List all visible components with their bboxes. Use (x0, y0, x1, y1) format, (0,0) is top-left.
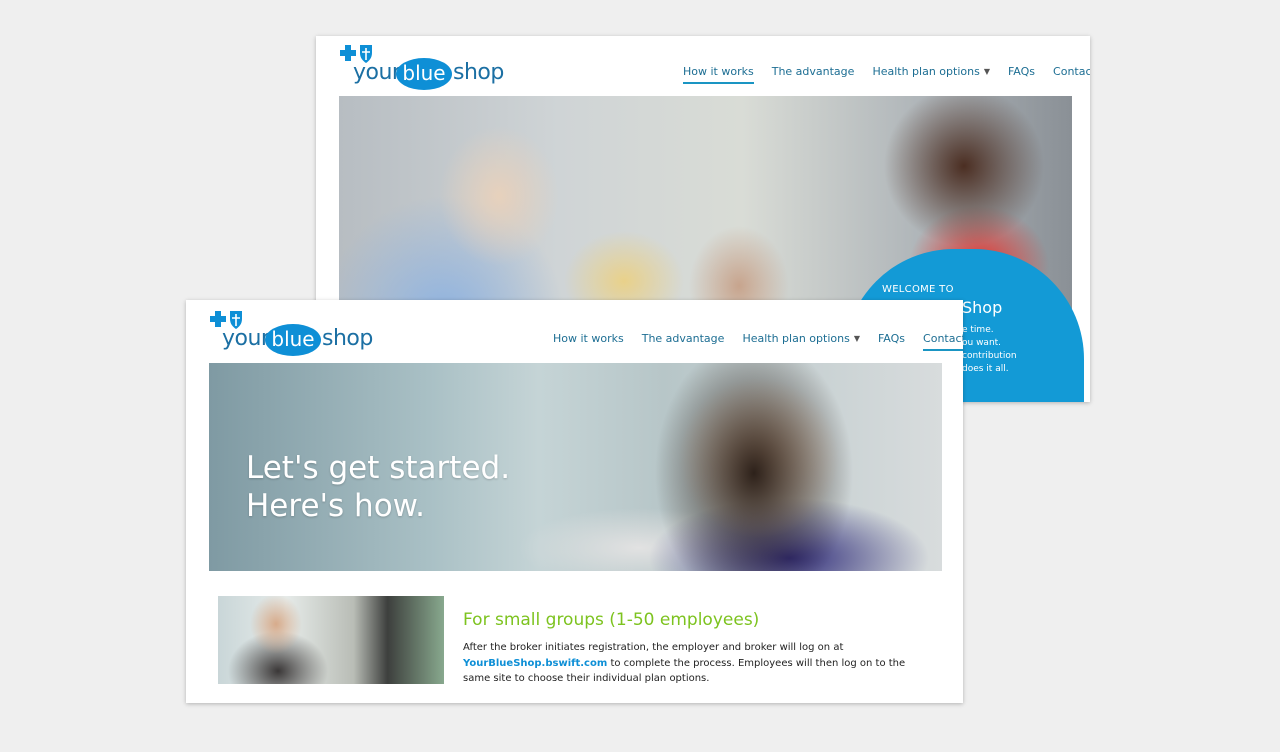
hero-heading-line2: Here's how. (246, 488, 426, 524)
nav-health-plan-options[interactable]: Health plan options ▼ (742, 332, 860, 345)
welcome-line: contribution (962, 351, 1017, 361)
welcome-text: e time. ou want. contribution does it al… (962, 324, 1017, 376)
hero-heading: Let's get started. Here's how. (246, 449, 510, 525)
logo-word-blue: blue (265, 324, 321, 356)
yourblueshop-link[interactable]: YourBlueShop.bswift.com (463, 658, 607, 669)
hero-photo-woman-on-phone: Let's get started. Here's how. (209, 363, 942, 571)
small-business-owner-photo (218, 596, 444, 684)
yourblueshop-logo[interactable]: your blue shop (339, 44, 504, 94)
welcome-title: Shop (962, 298, 1003, 317)
chevron-down-icon: ▼ (853, 334, 860, 343)
nav-contact[interactable]: Contact (1053, 65, 1090, 78)
nav-the-advantage[interactable]: The advantage (772, 65, 855, 78)
logo-word-blue: blue (396, 58, 452, 90)
logo-word-shop: shop (453, 60, 504, 85)
welcome-label: WELCOME TO (882, 284, 954, 295)
welcome-line: e time. (962, 325, 994, 335)
small-groups-heading: For small groups (1-50 employees) (463, 610, 760, 630)
nav-faqs[interactable]: FAQs (1008, 65, 1035, 78)
nav-how-it-works[interactable]: How it works (683, 65, 754, 84)
logo-word-your: your (353, 60, 401, 85)
nav-how-it-works[interactable]: How it works (553, 332, 624, 345)
how-it-works-screenshot: your blue shop How it works The advantag… (186, 300, 963, 703)
yourblueshop-logo[interactable]: your blue shop (209, 310, 373, 360)
nav-health-plan-options-label: Health plan options (742, 332, 850, 345)
logo-word-your: your (222, 326, 270, 351)
nav-faqs[interactable]: FAQs (878, 332, 905, 345)
small-groups-text-before: After the broker initiates registration,… (463, 642, 844, 653)
nav-contact[interactable]: Contact (923, 332, 963, 351)
small-groups-text: After the broker initiates registration,… (463, 640, 933, 687)
nav-the-advantage[interactable]: The advantage (642, 332, 725, 345)
welcome-line: ou want. (962, 338, 1002, 348)
nav-health-plan-options[interactable]: Health plan options ▼ (872, 65, 990, 78)
main-nav: How it works The advantage Health plan o… (553, 332, 963, 351)
logo-word-shop: shop (322, 326, 373, 351)
nav-health-plan-options-label: Health plan options (872, 65, 980, 78)
main-nav: How it works The advantage Health plan o… (683, 65, 1090, 84)
chevron-down-icon: ▼ (983, 67, 990, 76)
hero-heading-line1: Let's get started. (246, 450, 511, 486)
welcome-line: does it all. (962, 364, 1009, 374)
